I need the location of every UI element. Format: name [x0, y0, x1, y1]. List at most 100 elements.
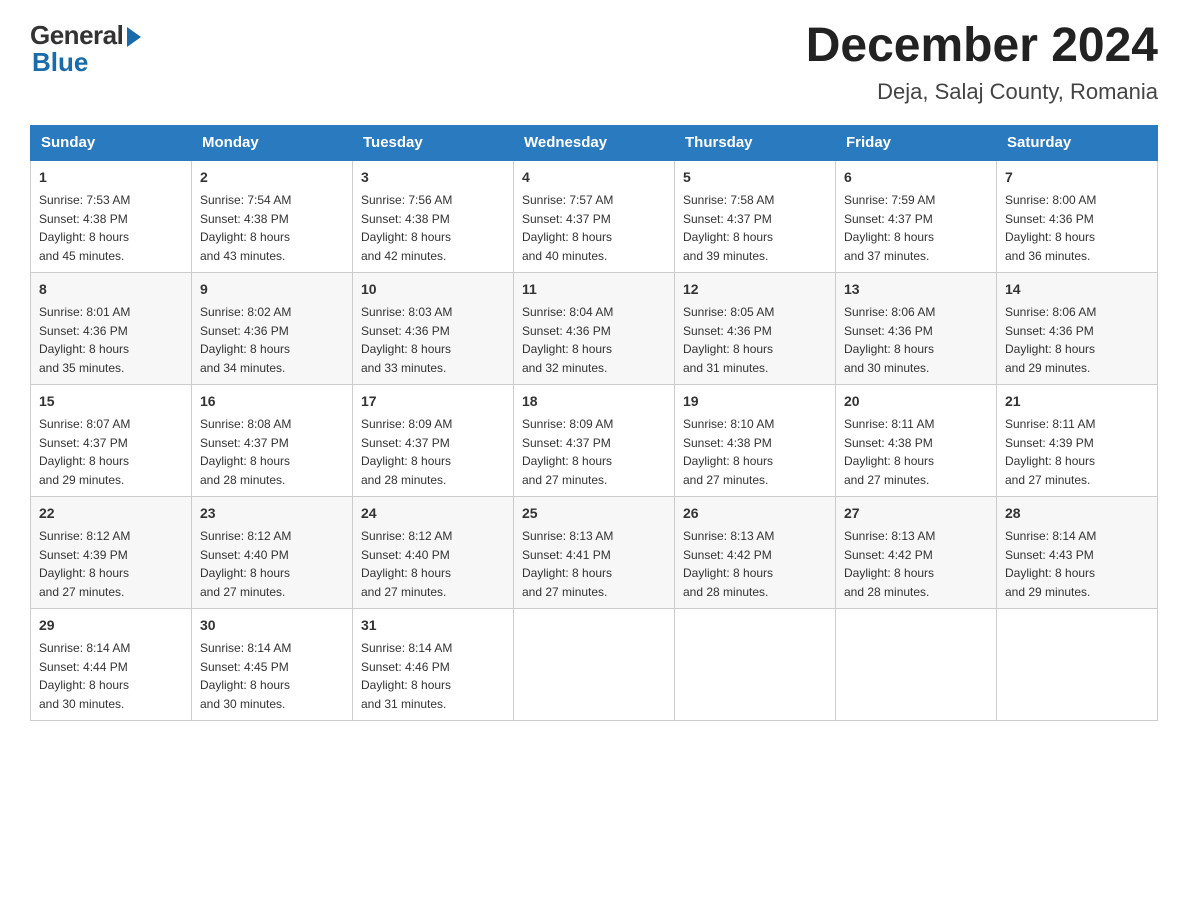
- day-info: Sunrise: 8:12 AMSunset: 4:40 PMDaylight:…: [361, 529, 452, 599]
- day-number: 2: [200, 167, 344, 188]
- calendar-header-row: SundayMondayTuesdayWednesdayThursdayFrid…: [31, 125, 1158, 160]
- day-number: 7: [1005, 167, 1149, 188]
- calendar-day-cell: 11Sunrise: 8:04 AMSunset: 4:36 PMDayligh…: [514, 272, 675, 384]
- day-number: 22: [39, 503, 183, 524]
- day-number: 6: [844, 167, 988, 188]
- day-info: Sunrise: 7:59 AMSunset: 4:37 PMDaylight:…: [844, 193, 935, 263]
- day-number: 24: [361, 503, 505, 524]
- day-number: 3: [361, 167, 505, 188]
- day-info: Sunrise: 8:14 AMSunset: 4:43 PMDaylight:…: [1005, 529, 1096, 599]
- month-title: December 2024: [806, 20, 1158, 73]
- day-info: Sunrise: 8:05 AMSunset: 4:36 PMDaylight:…: [683, 305, 774, 375]
- day-of-week-header: Tuesday: [353, 125, 514, 160]
- day-info: Sunrise: 8:01 AMSunset: 4:36 PMDaylight:…: [39, 305, 130, 375]
- day-number: 8: [39, 279, 183, 300]
- day-info: Sunrise: 8:02 AMSunset: 4:36 PMDaylight:…: [200, 305, 291, 375]
- day-number: 31: [361, 615, 505, 636]
- day-of-week-header: Saturday: [997, 125, 1158, 160]
- calendar-day-cell: 27Sunrise: 8:13 AMSunset: 4:42 PMDayligh…: [836, 496, 997, 608]
- day-of-week-header: Wednesday: [514, 125, 675, 160]
- calendar-day-cell: 25Sunrise: 8:13 AMSunset: 4:41 PMDayligh…: [514, 496, 675, 608]
- calendar-day-cell: 19 Sunrise: 8:10 AMSunset: 4:38 PMDayligh…: [675, 384, 836, 496]
- calendar-day-cell: 13Sunrise: 8:06 AMSunset: 4:36 PMDayligh…: [836, 272, 997, 384]
- calendar-day-cell: [675, 608, 836, 720]
- day-info: Sunrise: 8:13 AMSunset: 4:41 PMDaylight:…: [522, 529, 613, 599]
- day-info: Sunrise: 7:58 AMSunset: 4:37 PMDaylight:…: [683, 193, 774, 263]
- logo: General Blue: [30, 20, 141, 78]
- day-info: Sunrise: 7:56 AMSunset: 4:38 PMDaylight:…: [361, 193, 452, 263]
- calendar-day-cell: 5 Sunrise: 7:58 AMSunset: 4:37 PMDaylight…: [675, 160, 836, 273]
- calendar-day-cell: 23Sunrise: 8:12 AMSunset: 4:40 PMDayligh…: [192, 496, 353, 608]
- day-number: 19: [683, 391, 827, 412]
- calendar-day-cell: 1 Sunrise: 7:53 AMSunset: 4:38 PMDaylight…: [31, 160, 192, 273]
- calendar-day-cell: 30 Sunrise: 8:14 AMSunset: 4:45 PMDayligh…: [192, 608, 353, 720]
- day-info: Sunrise: 7:53 AMSunset: 4:38 PMDaylight:…: [39, 193, 130, 263]
- day-info: Sunrise: 8:07 AMSunset: 4:37 PMDaylight:…: [39, 417, 130, 487]
- day-number: 14: [1005, 279, 1149, 300]
- calendar-week-row: 8 Sunrise: 8:01 AMSunset: 4:36 PMDaylight…: [31, 272, 1158, 384]
- day-number: 28: [1005, 503, 1149, 524]
- calendar-day-cell: 29 Sunrise: 8:14 AMSunset: 4:44 PMDayligh…: [31, 608, 192, 720]
- day-info: Sunrise: 8:14 AMSunset: 4:45 PMDaylight:…: [200, 641, 291, 711]
- day-info: Sunrise: 8:04 AMSunset: 4:36 PMDaylight:…: [522, 305, 613, 375]
- calendar-day-cell: 22 Sunrise: 8:12 AMSunset: 4:39 PMDayligh…: [31, 496, 192, 608]
- day-number: 9: [200, 279, 344, 300]
- day-info: Sunrise: 8:08 AMSunset: 4:37 PMDaylight:…: [200, 417, 291, 487]
- calendar-day-cell: 8 Sunrise: 8:01 AMSunset: 4:36 PMDaylight…: [31, 272, 192, 384]
- day-info: Sunrise: 8:09 AMSunset: 4:37 PMDaylight:…: [361, 417, 452, 487]
- calendar-day-cell: 4 Sunrise: 7:57 AMSunset: 4:37 PMDaylight…: [514, 160, 675, 273]
- calendar-day-cell: [997, 608, 1158, 720]
- calendar-week-row: 15 Sunrise: 8:07 AMSunset: 4:37 PMDayligh…: [31, 384, 1158, 496]
- calendar-day-cell: 18 Sunrise: 8:09 AMSunset: 4:37 PMDayligh…: [514, 384, 675, 496]
- day-info: Sunrise: 8:12 AMSunset: 4:39 PMDaylight:…: [39, 529, 130, 599]
- day-of-week-header: Thursday: [675, 125, 836, 160]
- day-info: Sunrise: 7:57 AMSunset: 4:37 PMDaylight:…: [522, 193, 613, 263]
- day-number: 20: [844, 391, 988, 412]
- day-number: 15: [39, 391, 183, 412]
- title-block: December 2024 Deja, Salaj County, Romani…: [806, 20, 1158, 105]
- calendar-day-cell: 21Sunrise: 8:11 AMSunset: 4:39 PMDayligh…: [997, 384, 1158, 496]
- calendar-day-cell: 26 Sunrise: 8:13 AMSunset: 4:42 PMDayligh…: [675, 496, 836, 608]
- day-info: Sunrise: 8:14 AMSunset: 4:44 PMDaylight:…: [39, 641, 130, 711]
- day-number: 29: [39, 615, 183, 636]
- day-info: Sunrise: 8:13 AMSunset: 4:42 PMDaylight:…: [683, 529, 774, 599]
- calendar-day-cell: 16 Sunrise: 8:08 AMSunset: 4:37 PMDayligh…: [192, 384, 353, 496]
- day-number: 17: [361, 391, 505, 412]
- day-info: Sunrise: 8:14 AMSunset: 4:46 PMDaylight:…: [361, 641, 452, 711]
- day-number: 1: [39, 167, 183, 188]
- day-info: Sunrise: 8:00 AMSunset: 4:36 PMDaylight:…: [1005, 193, 1096, 263]
- day-info: Sunrise: 8:03 AMSunset: 4:36 PMDaylight:…: [361, 305, 452, 375]
- day-number: 4: [522, 167, 666, 188]
- day-number: 10: [361, 279, 505, 300]
- calendar-day-cell: 12Sunrise: 8:05 AMSunset: 4:36 PMDayligh…: [675, 272, 836, 384]
- calendar-week-row: 29 Sunrise: 8:14 AMSunset: 4:44 PMDayligh…: [31, 608, 1158, 720]
- calendar-day-cell: [514, 608, 675, 720]
- calendar-day-cell: 10 Sunrise: 8:03 AMSunset: 4:36 PMDayligh…: [353, 272, 514, 384]
- calendar-day-cell: 2Sunrise: 7:54 AMSunset: 4:38 PMDaylight…: [192, 160, 353, 273]
- day-number: 21: [1005, 391, 1149, 412]
- day-number: 16: [200, 391, 344, 412]
- logo-blue-text: Blue: [32, 47, 88, 78]
- day-info: Sunrise: 8:12 AMSunset: 4:40 PMDaylight:…: [200, 529, 291, 599]
- day-number: 30: [200, 615, 344, 636]
- day-number: 13: [844, 279, 988, 300]
- day-info: Sunrise: 8:10 AMSunset: 4:38 PMDaylight:…: [683, 417, 774, 487]
- day-number: 5: [683, 167, 827, 188]
- calendar-day-cell: 28 Sunrise: 8:14 AMSunset: 4:43 PMDayligh…: [997, 496, 1158, 608]
- calendar-day-cell: 6 Sunrise: 7:59 AMSunset: 4:37 PMDaylight…: [836, 160, 997, 273]
- day-info: Sunrise: 8:06 AMSunset: 4:36 PMDaylight:…: [1005, 305, 1096, 375]
- logo-arrow-icon: [127, 27, 141, 47]
- day-of-week-header: Sunday: [31, 125, 192, 160]
- calendar-day-cell: 15 Sunrise: 8:07 AMSunset: 4:37 PMDayligh…: [31, 384, 192, 496]
- day-info: Sunrise: 8:13 AMSunset: 4:42 PMDaylight:…: [844, 529, 935, 599]
- calendar-day-cell: 24 Sunrise: 8:12 AMSunset: 4:40 PMDayligh…: [353, 496, 514, 608]
- calendar-day-cell: 3 Sunrise: 7:56 AMSunset: 4:38 PMDaylight…: [353, 160, 514, 273]
- calendar-day-cell: 20 Sunrise: 8:11 AMSunset: 4:38 PMDayligh…: [836, 384, 997, 496]
- calendar-day-cell: 7 Sunrise: 8:00 AMSunset: 4:36 PMDaylight…: [997, 160, 1158, 273]
- location-subtitle: Deja, Salaj County, Romania: [806, 79, 1158, 105]
- day-number: 26: [683, 503, 827, 524]
- day-info: Sunrise: 8:09 AMSunset: 4:37 PMDaylight:…: [522, 417, 613, 487]
- day-number: 18: [522, 391, 666, 412]
- calendar-day-cell: 17 Sunrise: 8:09 AMSunset: 4:37 PMDayligh…: [353, 384, 514, 496]
- day-info: Sunrise: 8:11 AMSunset: 4:38 PMDaylight:…: [844, 417, 935, 487]
